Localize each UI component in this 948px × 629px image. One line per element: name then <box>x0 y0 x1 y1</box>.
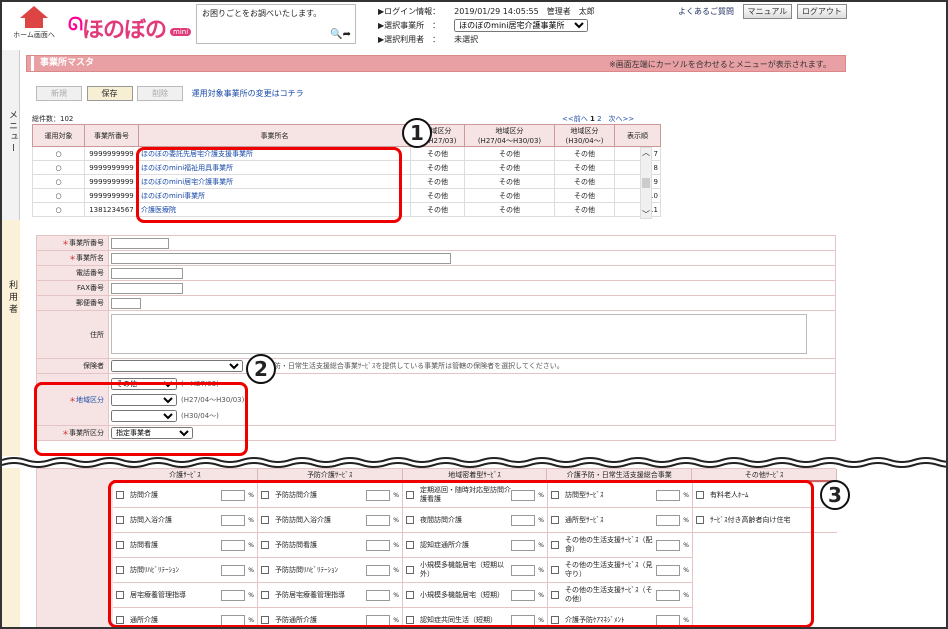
pager-next[interactable]: 2 次へ>> <box>597 115 634 123</box>
pager-current: 1 <box>589 115 595 123</box>
screen-frame: ホーム画面へ ᘏ ほのぼの mini お困りごとをお調べいたします。 🔍➦ ▶ … <box>0 0 948 629</box>
callout-3: 3 <box>820 480 850 510</box>
insurer-select[interactable] <box>111 360 243 372</box>
highlight-service-grid <box>108 480 814 627</box>
col-header: 事業所番号 <box>84 124 139 147</box>
faq-link[interactable]: よくあるご質問 <box>678 7 734 16</box>
col-header: 地域区分 (H27/04～H30/03) <box>464 124 555 147</box>
office-no-input[interactable] <box>111 237 169 249</box>
highlight-office-names <box>136 147 402 223</box>
pager: <<前へ 1 2 次へ>> <box>562 114 634 124</box>
highlight-region-fields <box>34 382 248 456</box>
office-name-label: 事業所名 <box>76 254 104 262</box>
callout-2: 2 <box>246 354 276 384</box>
search-icon[interactable]: 🔍➦ <box>330 29 351 40</box>
help-search-box[interactable]: お困りごとをお調べいたします。 🔍➦ <box>196 4 356 44</box>
address-textarea[interactable] <box>111 313 807 354</box>
app-header: ホーム画面へ ᘏ ほのぼの mini お困りごとをお調べいたします。 🔍➦ ▶ … <box>2 2 946 50</box>
save-button[interactable]: 保存 <box>86 86 133 101</box>
logo-mini-badge: mini <box>170 28 192 36</box>
new-button[interactable]: 新規 <box>36 86 82 101</box>
login-info-label: ログイン情報： <box>384 7 441 16</box>
logo-text: ほのぼの <box>82 18 167 43</box>
help-search-placeholder: お困りごとをお調べいたします。 <box>202 9 322 18</box>
toolbar: 新規 保存 削除 運用対象事業所の変更はコチラ <box>36 86 304 101</box>
insurer-label: 保険者 <box>36 358 109 374</box>
callout-1: 1 <box>402 118 432 148</box>
scroll-up-icon[interactable]: ︿ <box>641 148 651 158</box>
app-logo: ᘏ ほのぼの mini <box>66 8 192 43</box>
page-title: 事業所マスタ <box>31 56 100 71</box>
side-user-tab[interactable]: 利用者 <box>2 220 20 627</box>
home-button[interactable]: ホーム画面へ <box>8 6 60 44</box>
logout-button[interactable]: ログアウト <box>796 4 847 19</box>
menu-hint: ※画面左端にカーソルを合わせるとメニューが表示されます。 <box>609 60 831 69</box>
fax-label: FAX番号 <box>36 280 109 296</box>
zip-input[interactable] <box>111 297 141 309</box>
phone-label: 電話番号 <box>36 265 109 281</box>
col-header: 事業所名 <box>138 124 411 147</box>
home-icon <box>20 6 48 18</box>
col-header: 地域区分 (H30/04～) <box>554 124 615 147</box>
side-user-label: 利用者 <box>7 280 17 316</box>
list-scrollbar[interactable]: ︿ ﹀ <box>640 147 652 219</box>
zip-label: 郵便番号 <box>36 295 109 311</box>
login-info-value: 2019/01/29 14:05:55 管理者 太郎 <box>454 7 595 16</box>
selected-user-label: 選択利用者 ： <box>384 35 441 44</box>
scroll-down-icon[interactable]: ﹀ <box>641 210 651 220</box>
pager-prev[interactable]: <<前へ <box>562 115 588 123</box>
side-menu-tab[interactable]: メニュー <box>2 50 20 220</box>
top-links: よくあるご質問 マニュアル ログアウト <box>678 4 847 19</box>
address-label: 住所 <box>36 310 109 359</box>
tear-line <box>2 456 946 468</box>
col-header: 運用対象 <box>32 124 85 147</box>
office-name-input[interactable] <box>111 252 451 264</box>
insurer-hint: ※介護予防・日常生活支援総合事業ｻｰﾋﾞｽを提供している事業所は管轄の保険者を選… <box>247 362 564 370</box>
manual-button[interactable]: マニュアル <box>742 4 793 19</box>
side-menu-label: メニュー <box>7 110 17 154</box>
home-label: ホーム画面へ <box>13 31 55 39</box>
fax-input[interactable] <box>111 282 183 294</box>
change-target-office-link[interactable]: 運用対象事業所の変更はコチラ <box>192 89 304 98</box>
scroll-thumb[interactable] <box>642 178 650 188</box>
phone-input[interactable] <box>111 267 183 279</box>
login-info: ▶ ログイン情報： 2019/01/29 14:05:55 管理者 太郎 ▶ 選択… <box>378 5 595 47</box>
office-no-label: 事業所番号 <box>69 239 104 247</box>
selected-office-select[interactable]: ほのぼのmini居宅介護事業所 <box>454 19 589 32</box>
page-title-bar: 事業所マスタ ※画面左端にカーソルを合わせるとメニューが表示されます。 <box>26 55 846 72</box>
selected-user-value: 未選択 <box>454 35 479 44</box>
logo-swirl-icon: ᘏ <box>68 14 83 35</box>
col-header: 表示順 <box>614 124 661 147</box>
total-count: 総件数：102 <box>32 115 74 123</box>
selected-office-label: 選択事業所 ： <box>384 21 441 30</box>
delete-button[interactable]: 削除 <box>137 86 184 101</box>
